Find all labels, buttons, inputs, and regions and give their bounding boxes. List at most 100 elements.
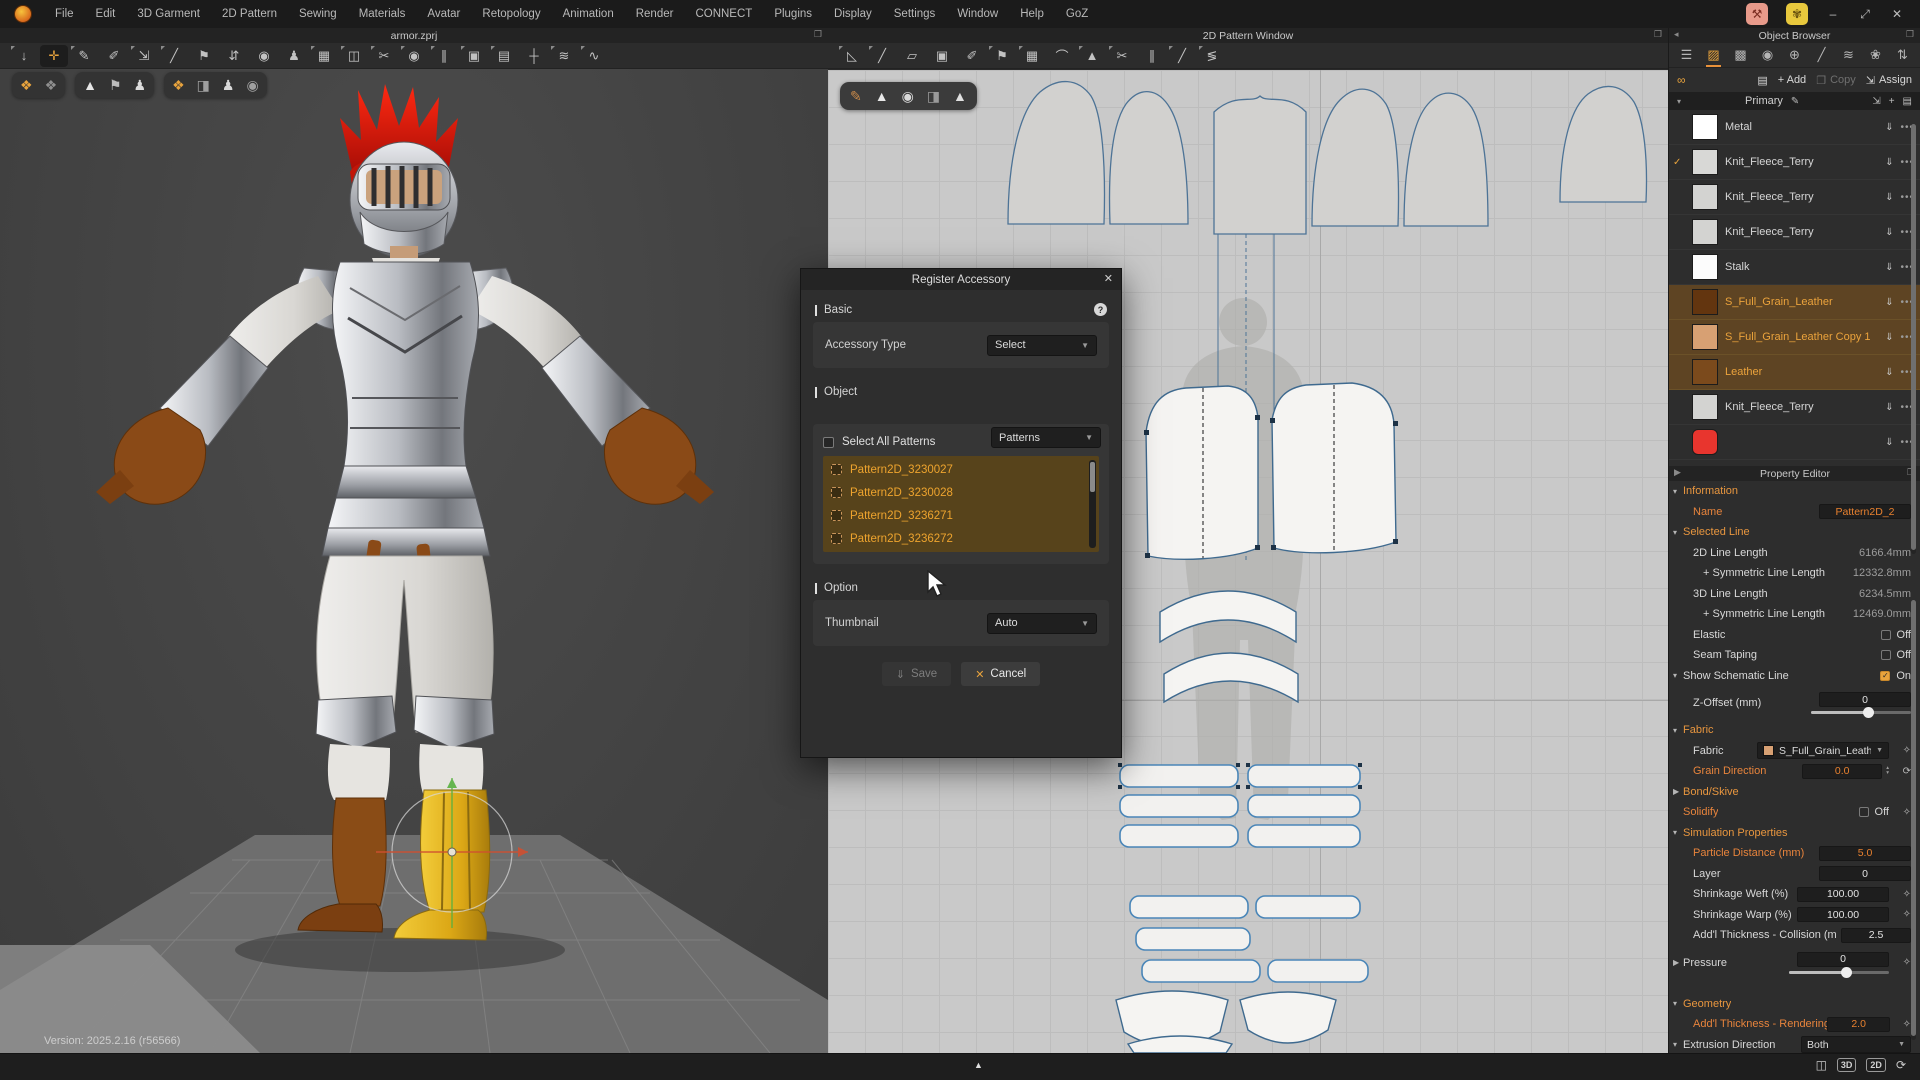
gear-icon[interactable]: ✧: [1895, 807, 1911, 818]
dart-icon[interactable]: ⚑: [988, 45, 1016, 67]
pattern-item[interactable]: Pattern2D_3236271: [823, 504, 1099, 527]
schematic-checkbox[interactable]: ✓: [1880, 671, 1890, 681]
property-editor-scrollbar[interactable]: [1911, 600, 1916, 1040]
garment-2d-icon[interactable]: ◨: [927, 88, 940, 105]
export-icon[interactable]: ⇲: [1872, 96, 1880, 107]
menu-window[interactable]: Window: [946, 0, 1009, 28]
new-folder-icon[interactable]: ▤: [1757, 74, 1767, 87]
fabric-swatch[interactable]: [1692, 394, 1718, 420]
menu-plugins[interactable]: Plugins: [763, 0, 823, 28]
section-fabric[interactable]: ▾Fabric: [1669, 720, 1920, 741]
knot-app-icon[interactable]: ✾: [1786, 3, 1808, 25]
menu-3d-garment[interactable]: 3D Garment: [126, 0, 211, 28]
menu-edit[interactable]: Edit: [85, 0, 127, 28]
close-button[interactable]: ✕: [1890, 7, 1904, 21]
fabric-swatch[interactable]: [1692, 289, 1718, 315]
cancel-button[interactable]: ✕ Cancel: [961, 662, 1040, 686]
save-fabric-icon[interactable]: ⇓: [1885, 402, 1893, 413]
shrinkage-weft-input[interactable]: 100.00: [1797, 887, 1889, 902]
grading-icon[interactable]: ▦: [1018, 45, 1046, 67]
add-fabric-icon[interactable]: +: [1889, 96, 1895, 107]
shirt-dot-icon[interactable]: ▲: [953, 88, 967, 104]
pattern-list-scrollbar[interactable]: [1089, 460, 1096, 548]
fabric-row-selected[interactable]: Leather ⇓ •••: [1669, 355, 1920, 390]
tab-zipper-icon[interactable]: ⇅: [1889, 43, 1916, 67]
tab-graphic-icon[interactable]: ▩: [1727, 43, 1754, 67]
fabric-row[interactable]: Knit_Fleece_Terry ⇓ •••: [1669, 180, 1920, 215]
copy-button[interactable]: ❐Copy: [1816, 74, 1856, 87]
pressure-slider[interactable]: [1789, 971, 1889, 974]
transform-pattern-icon[interactable]: ◺: [838, 45, 866, 67]
pleat-icon[interactable]: ∥: [1138, 45, 1166, 67]
gear-icon[interactable]: ✧: [1895, 745, 1911, 756]
menu-materials[interactable]: Materials: [348, 0, 417, 28]
select-all-checkbox[interactable]: [823, 437, 834, 448]
pattern-item[interactable]: Pattern2D_3230028: [823, 481, 1099, 504]
help-icon[interactable]: ?: [1094, 303, 1107, 316]
fabric-swatch[interactable]: [1692, 254, 1718, 280]
collision-input[interactable]: 2.5: [1841, 928, 1911, 943]
fabric-swatch[interactable]: [1692, 219, 1718, 245]
z-offset-input[interactable]: 0: [1819, 692, 1911, 707]
particle-distance-input[interactable]: 5.0: [1819, 846, 1911, 861]
fabric-group-header[interactable]: ▾ Primary ✎ ⇲ + ▤: [1669, 92, 1920, 110]
rendering-input[interactable]: 2.0: [1827, 1017, 1891, 1032]
tab-topstitch-icon[interactable]: ╱: [1808, 43, 1835, 67]
save-button[interactable]: ⇓ Save: [882, 662, 951, 686]
fabric-swatch[interactable]: [1692, 114, 1718, 140]
undock-icon[interactable]: ❐: [1906, 29, 1914, 40]
shrinkage-warp-input[interactable]: 100.00: [1797, 907, 1889, 922]
name-input[interactable]: Pattern2D_2: [1819, 504, 1911, 519]
pattern-pieces-top[interactable]: [1008, 82, 1647, 234]
expand-bottom-icon[interactable]: ▲: [974, 1060, 983, 1070]
shirt-pattern-icon[interactable]: ▲: [1078, 45, 1106, 67]
pattern-checkbox[interactable]: [831, 464, 842, 475]
fabric-row[interactable]: Stalk ⇓ •••: [1669, 250, 1920, 285]
brush-2d-icon[interactable]: ✎: [850, 88, 862, 105]
menu-goz[interactable]: GoZ: [1055, 0, 1099, 28]
pattern-checkbox[interactable]: [831, 510, 842, 521]
object-browser-scrollbar[interactable]: [1911, 124, 1916, 554]
elastic-checkbox[interactable]: [1881, 630, 1891, 640]
fabric-swatch[interactable]: [1692, 324, 1718, 350]
pattern-checkbox[interactable]: [831, 533, 842, 544]
cut-sew-icon[interactable]: ╱: [1168, 45, 1196, 67]
add-point-icon[interactable]: ▱: [898, 45, 926, 67]
edit-pattern-icon[interactable]: ╱: [868, 45, 896, 67]
gear-icon[interactable]: ✧: [1895, 909, 1911, 920]
mod-tools-icon[interactable]: ⚒: [1746, 3, 1768, 25]
tab-fabric-icon[interactable]: ▨: [1700, 43, 1727, 67]
fabric-swatch[interactable]: [1692, 359, 1718, 385]
add-button[interactable]: + Add: [1778, 74, 1806, 86]
menu-avatar[interactable]: Avatar: [416, 0, 471, 28]
undock-icon[interactable]: ❐: [1654, 29, 1662, 40]
fabric-row[interactable]: ⇓ •••: [1669, 425, 1920, 460]
menu-help[interactable]: Help: [1009, 0, 1055, 28]
layer-input[interactable]: 0: [1819, 866, 1911, 881]
pattern-checkbox[interactable]: [831, 487, 842, 498]
seam-taping-checkbox[interactable]: [1881, 650, 1891, 660]
save-fabric-icon[interactable]: ⇓: [1885, 297, 1893, 308]
gear-icon[interactable]: ✧: [1895, 957, 1911, 968]
extrusion-select[interactable]: Both ▼: [1801, 1036, 1911, 1053]
section-simulation[interactable]: ▾Simulation Properties: [1669, 823, 1920, 844]
toggle-2d-button[interactable]: 2D: [1866, 1058, 1886, 1072]
menu-retopology[interactable]: Retopology: [471, 0, 551, 28]
split-view-icon[interactable]: ◫: [1816, 1058, 1827, 1072]
solidify-checkbox[interactable]: [1859, 807, 1869, 817]
save-fabric-icon[interactable]: ⇓: [1885, 367, 1893, 378]
polygon-icon[interactable]: ✐: [958, 45, 986, 67]
save-fabric-icon[interactable]: ⇓: [1885, 157, 1893, 168]
trace-icon[interactable]: ✂: [1108, 45, 1136, 67]
assign-button[interactable]: ⇲Assign: [1866, 74, 1912, 87]
section-bond-skive[interactable]: ▶Bond/Skive: [1669, 782, 1920, 803]
refresh-icon[interactable]: ⟳: [1896, 1058, 1906, 1072]
toggle-3d-button[interactable]: 3D: [1837, 1058, 1857, 1072]
fabric-row[interactable]: Metal ⇓ •••: [1669, 110, 1920, 145]
tab-puckering-icon[interactable]: ≋: [1835, 43, 1862, 67]
save-fabric-icon[interactable]: ⇓: [1885, 192, 1893, 203]
rename-icon[interactable]: ✎: [1791, 96, 1799, 107]
link-icon[interactable]: ∞: [1677, 73, 1686, 87]
reset-icon[interactable]: ⟳: [1895, 766, 1911, 777]
menu-sewing[interactable]: Sewing: [288, 0, 348, 28]
